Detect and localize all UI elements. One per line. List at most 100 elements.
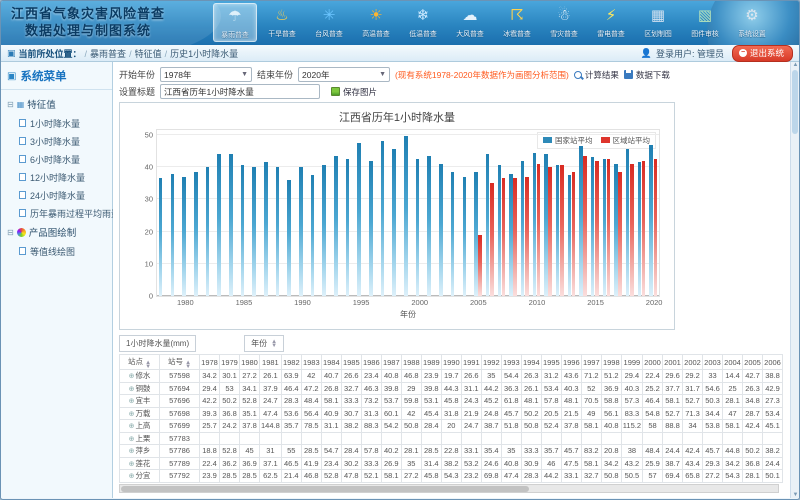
station-id: 57698 bbox=[160, 407, 200, 420]
station-name[interactable]: ⊕上高 bbox=[120, 420, 160, 433]
year-column-1988[interactable]: 1988 bbox=[401, 355, 421, 370]
table-row[interactable]: ⊕修水5759834.230.127.226.163.94240.726.623… bbox=[120, 370, 783, 383]
sidebar-item-特征值-2[interactable]: 3小时降水量 bbox=[3, 132, 110, 150]
sidebar-item-特征值-5[interactable]: 24小时降水量 bbox=[3, 186, 110, 204]
table-row[interactable]: ⊕上栗57783 bbox=[120, 432, 783, 445]
y-tick-40: 40 bbox=[145, 163, 153, 172]
year-column-1999[interactable]: 1999 bbox=[621, 355, 642, 370]
value-cell: 24.3 bbox=[461, 395, 481, 408]
year-column-2004[interactable]: 2004 bbox=[723, 355, 743, 370]
value-cell: 35.7 bbox=[281, 420, 301, 433]
table-row[interactable]: ⊕萍乡5778618.852.845315528.554.728.457.840… bbox=[120, 445, 783, 458]
year-column-1990[interactable]: 1990 bbox=[441, 355, 461, 370]
station-id-column-header[interactable]: 站号 ▲▼ bbox=[160, 355, 200, 370]
x-tick-2020: 2020 bbox=[646, 298, 663, 307]
y-tick-0: 0 bbox=[149, 292, 153, 301]
year-column-1980[interactable]: 1980 bbox=[240, 355, 260, 370]
year-column-1998[interactable]: 1998 bbox=[601, 355, 621, 370]
scrollbar-thumb[interactable] bbox=[121, 486, 529, 492]
station-column-header[interactable]: 站点 ▲▼ bbox=[120, 355, 160, 370]
toolbar-item-12[interactable]: ⚙系统设置 bbox=[730, 3, 774, 42]
sidebar-item-特征值-3[interactable]: 6小时降水量 bbox=[3, 150, 110, 168]
year-column-1995[interactable]: 1995 bbox=[541, 355, 561, 370]
breadcrumb-segment-1[interactable]: 暴雨普查 bbox=[90, 49, 126, 59]
sidebar-item-特征值-6[interactable]: 历年暴雨过程平均雨量 bbox=[3, 204, 110, 222]
year-column-1992[interactable]: 1992 bbox=[481, 355, 501, 370]
table-row[interactable]: ⊕万载5769839.336.835.147.453.656.440.930.7… bbox=[120, 407, 783, 420]
year-column-1983[interactable]: 1983 bbox=[301, 355, 321, 370]
year-column-1985[interactable]: 1985 bbox=[341, 355, 361, 370]
calculate-button[interactable]: 计算结果 bbox=[574, 69, 619, 81]
table-row[interactable]: ⊕铜鼓5769429.45334.137.946.447.226.832.746… bbox=[120, 382, 783, 395]
sidebar-group-1[interactable]: ⊟▦特征值 bbox=[3, 94, 110, 114]
table-row[interactable]: ⊕宜丰5769642.250.252.824.728.348.458.133.3… bbox=[120, 395, 783, 408]
toolbar-item-8[interactable]: ☃雪灾普查 bbox=[542, 3, 586, 42]
value-cell: 41.9 bbox=[301, 457, 321, 470]
year-column-2002[interactable]: 2002 bbox=[683, 355, 703, 370]
toolbar-item-6[interactable]: ☁大风普查 bbox=[448, 3, 492, 42]
toolbar-item-2[interactable]: ♨干旱普查 bbox=[260, 3, 304, 42]
value-cell: 51.2 bbox=[601, 370, 621, 383]
station-name[interactable]: ⊕莲花 bbox=[120, 457, 160, 470]
year-column-2003[interactable]: 2003 bbox=[703, 355, 723, 370]
table-horizontal-scrollbar[interactable] bbox=[119, 484, 779, 493]
expander-icon[interactable]: ⊟ bbox=[7, 100, 14, 109]
year-column-1984[interactable]: 1984 bbox=[321, 355, 341, 370]
year-column-1986[interactable]: 1986 bbox=[361, 355, 381, 370]
station-name[interactable]: ⊕宜丰 bbox=[120, 395, 160, 408]
value-cell: 26.9 bbox=[381, 457, 401, 470]
table-row[interactable]: ⊕莲花5778922.436.236.937.146.541.923.430.2… bbox=[120, 457, 783, 470]
table-row[interactable]: ⊕上高5769925.724.237.8144.835.778.531.138.… bbox=[120, 420, 783, 433]
sidebar-item-产品图绘制-1[interactable]: 等值线绘图 bbox=[3, 242, 110, 260]
station-name[interactable]: ⊕铜鼓 bbox=[120, 382, 160, 395]
end-year-select[interactable]: 2020年▼ bbox=[298, 67, 390, 82]
scroll-up-icon[interactable]: ▲ bbox=[791, 62, 799, 68]
year-column-1994[interactable]: 1994 bbox=[521, 355, 541, 370]
chart-title-input[interactable]: 江西省历年1小时降水量 bbox=[160, 84, 320, 99]
scroll-down-icon[interactable]: ▼ bbox=[791, 492, 799, 498]
sidebar-item-特征值-1[interactable]: 1小时降水量 bbox=[3, 114, 110, 132]
station-name[interactable]: ⊕上栗 bbox=[120, 432, 160, 445]
year-column-2006[interactable]: 2006 bbox=[763, 355, 783, 370]
save-image-button[interactable]: 保存图片 bbox=[331, 86, 377, 98]
station-name[interactable]: ⊕修水 bbox=[120, 370, 160, 383]
year-sort-header[interactable]: 年份 ▲▼ bbox=[244, 335, 284, 352]
toolbar-item-3[interactable]: ✳台风普查 bbox=[307, 3, 351, 42]
year-column-1979[interactable]: 1979 bbox=[220, 355, 240, 370]
document-icon bbox=[19, 209, 26, 217]
value-cell: 20.8 bbox=[601, 445, 621, 458]
year-column-2001[interactable]: 2001 bbox=[663, 355, 683, 370]
toolbar-item-7[interactable]: ☈冰雹普查 bbox=[495, 3, 539, 42]
year-column-1982[interactable]: 1982 bbox=[281, 355, 301, 370]
year-column-1987[interactable]: 1987 bbox=[381, 355, 401, 370]
station-name[interactable]: ⊕萍乡 bbox=[120, 445, 160, 458]
year-column-1989[interactable]: 1989 bbox=[421, 355, 441, 370]
main-vertical-scrollbar[interactable]: ▲ ▼ bbox=[790, 62, 799, 498]
sidebar-item-特征值-4[interactable]: 12小时降水量 bbox=[3, 168, 110, 186]
toolbar-item-11[interactable]: ▧图件审核 bbox=[683, 3, 727, 42]
download-button[interactable]: 数据下载 bbox=[624, 69, 670, 81]
toolbar-item-10[interactable]: ▦区划制图 bbox=[636, 3, 680, 42]
toolbar-item-9[interactable]: ⚡雷电普查 bbox=[589, 3, 633, 42]
year-column-2000[interactable]: 2000 bbox=[643, 355, 663, 370]
year-column-1981[interactable]: 1981 bbox=[260, 355, 282, 370]
expander-icon[interactable]: ⊟ bbox=[7, 228, 14, 237]
logout-button[interactable]: − 退出系统 bbox=[732, 45, 793, 62]
year-column-1993[interactable]: 1993 bbox=[501, 355, 521, 370]
year-column-1991[interactable]: 1991 bbox=[461, 355, 481, 370]
start-year-select[interactable]: 1978年▼ bbox=[160, 67, 252, 82]
year-column-1996[interactable]: 1996 bbox=[561, 355, 581, 370]
breadcrumb-segment-3[interactable]: 历史1小时降水量 bbox=[170, 49, 238, 59]
year-column-1997[interactable]: 1997 bbox=[581, 355, 601, 370]
station-name[interactable]: ⊕万载 bbox=[120, 407, 160, 420]
scrollbar-thumb[interactable] bbox=[792, 70, 798, 134]
year-column-1978[interactable]: 1978 bbox=[200, 355, 220, 370]
year-column-2005[interactable]: 2005 bbox=[743, 355, 763, 370]
station-name[interactable]: ⊕分宜 bbox=[120, 470, 160, 483]
toolbar-item-4[interactable]: ☀高温普查 bbox=[354, 3, 398, 42]
table-row[interactable]: ⊕分宜5779223.928.528.562.521.446.852.847.8… bbox=[120, 470, 783, 483]
sidebar-group-2[interactable]: ⊟产品图绘制 bbox=[3, 222, 110, 242]
breadcrumb-segment-2[interactable]: 特征值 bbox=[135, 49, 162, 59]
toolbar-item-1[interactable]: ☂暴雨普查 bbox=[213, 3, 257, 42]
toolbar-item-5[interactable]: ❄低温普查 bbox=[401, 3, 445, 42]
